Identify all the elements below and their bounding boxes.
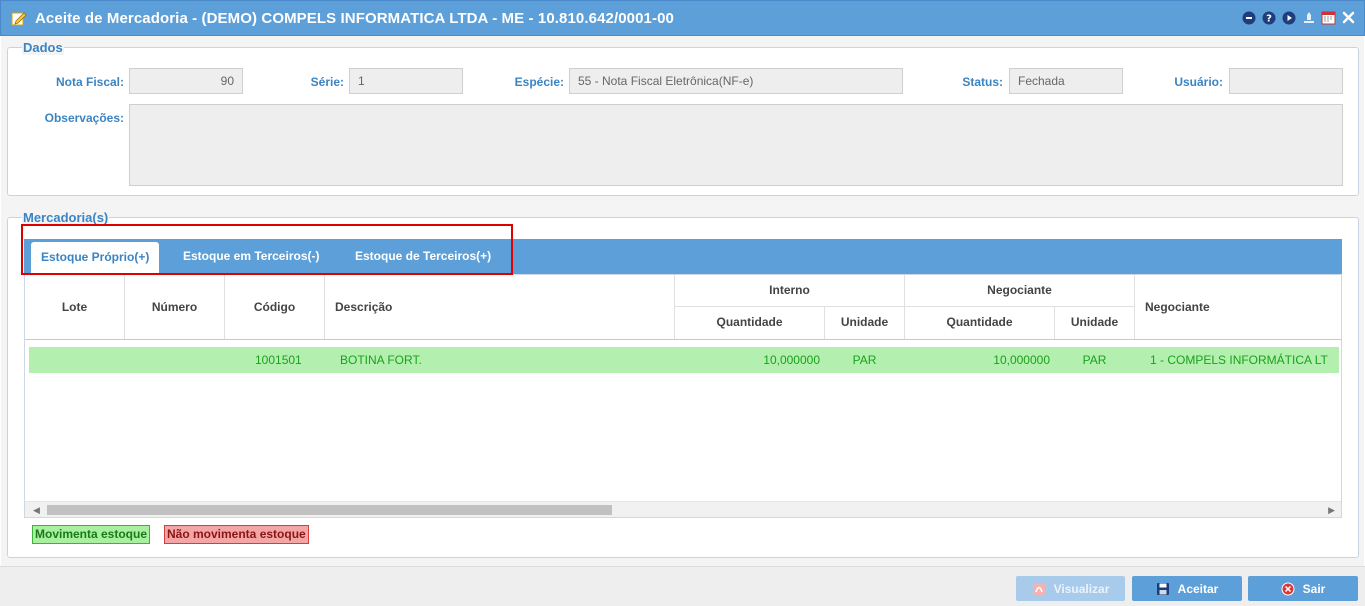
row-interno-quantidade: 10,000000 <box>763 353 820 367</box>
sair-label: Sair <box>1302 581 1326 596</box>
mercadorias-group: Mercadoria(s) Estoque Próprio(+) Estoque… <box>7 210 1359 558</box>
save-icon <box>1156 582 1169 595</box>
horizontal-scrollbar[interactable]: ◀ ▶ <box>25 501 1341 517</box>
col-interno-quantidade[interactable]: Quantidade <box>675 315 824 329</box>
minimize-icon[interactable] <box>1241 10 1256 25</box>
tab-estoque-proprio[interactable]: Estoque Próprio(+) <box>31 242 160 274</box>
col-negociante-quantidade[interactable]: Quantidade <box>905 315 1054 329</box>
aceitar-button[interactable]: Aceitar <box>1132 576 1242 601</box>
row-negociante-quantidade: 10,000000 <box>993 353 1050 367</box>
help-icon[interactable]: ? <box>1261 10 1276 25</box>
col-interno-unidade[interactable]: Unidade <box>825 315 904 329</box>
footer-bar: Visualizar Aceitar Sair <box>0 566 1365 606</box>
tab-bar: Estoque Próprio(+) Estoque em Terceiros(… <box>24 239 1342 274</box>
serie-label: Série: <box>310 75 344 89</box>
play-icon[interactable] <box>1281 10 1296 25</box>
nota-fiscal-label: Nota Fiscal: <box>55 75 124 89</box>
window-body: Dados Nota Fiscal: 90 Série: 1 Espécie: … <box>1 36 1364 566</box>
scrollbar-thumb[interactable] <box>47 505 612 515</box>
col-codigo[interactable]: Código <box>225 300 324 314</box>
dados-legend: Dados <box>22 40 64 55</box>
status-label: Status: <box>962 75 1003 89</box>
nota-fiscal-field[interactable]: 90 <box>129 68 243 94</box>
mercadorias-grid: Lote Número Código Descrição Interno Qua… <box>24 274 1342 518</box>
visualizar-button[interactable]: Visualizar <box>1016 576 1125 601</box>
pdf-icon <box>1032 582 1045 595</box>
dados-group: Dados Nota Fiscal: 90 Série: 1 Espécie: … <box>7 40 1359 196</box>
col-numero[interactable]: Número <box>125 300 224 314</box>
window-title: Aceite de Mercadoria - (DEMO) COMPELS IN… <box>35 9 674 27</box>
serie-field[interactable]: 1 <box>349 68 463 94</box>
tab-estoque-em-terceiros[interactable]: Estoque em Terceiros(-) <box>173 241 329 274</box>
especie-field[interactable]: 55 - Nota Fiscal Eletrônica(NF-e) <box>569 68 903 94</box>
col-negociante[interactable]: Negociante <box>1145 300 1210 314</box>
usuario-label: Usuário: <box>1174 75 1223 89</box>
row-codigo: 1001501 <box>255 353 302 367</box>
edit-icon <box>11 12 27 26</box>
exit-icon <box>1281 582 1295 595</box>
observacoes-field[interactable] <box>129 104 1343 186</box>
movimenta-estoque-badge: Movimenta estoque <box>32 525 151 544</box>
scroll-left-icon[interactable]: ◀ <box>33 505 40 516</box>
close-icon[interactable] <box>1341 10 1356 25</box>
table-row[interactable]: 1001501 BOTINA FORT. 10,000000 PAR 10,00… <box>29 347 1339 373</box>
usuario-field[interactable] <box>1229 68 1343 94</box>
row-negociante: 1 - COMPELS INFORMÁTICA LT <box>1150 353 1328 367</box>
observacoes-label: Observações: <box>44 111 124 125</box>
nao-movimenta-estoque-badge: Não movimenta estoque <box>164 525 309 544</box>
col-negociante-unidade[interactable]: Unidade <box>1055 315 1134 329</box>
sair-button[interactable]: Sair <box>1248 576 1358 601</box>
window-titlebar: Aceite de Mercadoria - (DEMO) COMPELS IN… <box>0 0 1365 36</box>
row-interno-unidade: PAR <box>852 353 877 367</box>
mercadorias-legend: Mercadoria(s) <box>22 210 110 225</box>
aceitar-label: Aceitar <box>1177 581 1219 596</box>
col-negociante-group: Negociante <box>987 283 1052 297</box>
tab-estoque-de-terceiros[interactable]: Estoque de Terceiros(+) <box>345 241 501 274</box>
status-field[interactable]: Fechada <box>1009 68 1123 94</box>
svg-text:?: ? <box>1266 13 1272 24</box>
col-descricao[interactable]: Descrição <box>335 300 392 314</box>
scroll-right-icon[interactable]: ▶ <box>1328 505 1335 516</box>
col-lote[interactable]: Lote <box>25 300 124 314</box>
visualizar-label: Visualizar <box>1053 581 1110 596</box>
especie-label: Espécie: <box>514 75 564 89</box>
col-interno: Interno <box>769 283 810 297</box>
row-descricao: BOTINA FORT. <box>340 353 422 367</box>
user-icon[interactable] <box>1301 10 1316 25</box>
row-negociante-unidade: PAR <box>1082 353 1107 367</box>
calendar-icon[interactable] <box>1321 10 1336 25</box>
